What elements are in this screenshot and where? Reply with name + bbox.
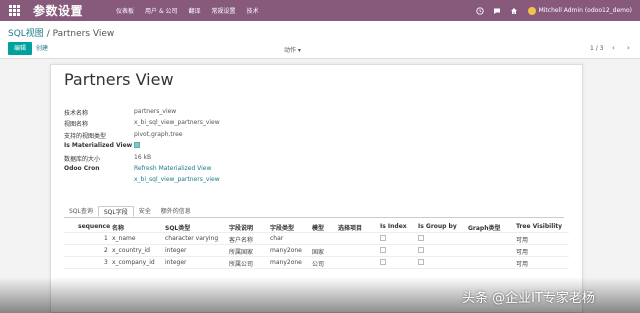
- materialized-checkbox[interactable]: [134, 142, 140, 149]
- tab-sql-fields[interactable]: SQL字段: [97, 206, 134, 217]
- chat-icon[interactable]: [492, 6, 502, 16]
- cell-name: x_company_id: [112, 259, 155, 266]
- col-tree-visibility[interactable]: Tree Visibility: [516, 223, 562, 230]
- cell-model: 国家: [312, 249, 325, 256]
- tab-security[interactable]: 安全: [134, 206, 156, 217]
- cell-name: x_country_id: [112, 247, 150, 254]
- field-label: 支持的视图类型: [64, 132, 107, 140]
- table-row[interactable]: 2 x_country_id integer 所属国家 many2one 国家 …: [64, 245, 569, 257]
- col-field-desc[interactable]: 字段说明: [229, 223, 253, 232]
- cell-seq: 2: [104, 247, 108, 254]
- cell-is-group-by: [418, 259, 424, 267]
- field-label: 数据库的大小: [64, 155, 101, 163]
- menu-item-users-companies[interactable]: 用户 & 公司: [145, 6, 178, 15]
- record-title: Partners View: [64, 70, 174, 89]
- field-label: Is Materialized View: [64, 142, 133, 150]
- cron-link[interactable]: Refresh Materialized View: [134, 165, 211, 172]
- field-value: partners_view: [134, 108, 177, 115]
- clock-icon[interactable]: [475, 6, 485, 16]
- cell-is-index: [380, 259, 386, 267]
- app-title: 参数设置: [33, 4, 84, 18]
- cell-tree-visibility: 可用: [516, 249, 529, 256]
- field-label: 视图名称: [64, 121, 89, 129]
- notebook-tabs: SQL查询 SQL字段 安全 额外的信息: [64, 206, 564, 218]
- menu-item-dashboard[interactable]: 仪表板: [116, 6, 134, 15]
- is-group-by-checkbox[interactable]: [418, 259, 424, 265]
- field-label: 技术名称: [64, 110, 89, 117]
- cell-tree-visibility: 可用: [516, 237, 529, 244]
- menu-item-technical[interactable]: 技术: [247, 6, 259, 15]
- action-dropdown[interactable]: 动作 ▾: [284, 45, 301, 54]
- cell-seq: 3: [104, 259, 108, 266]
- cell-sql-type: integer: [165, 247, 187, 254]
- cell-sql-type: character varying: [165, 235, 219, 242]
- is-index-checkbox[interactable]: [380, 259, 386, 265]
- user-menu[interactable]: Mitchell Admin (odoo12_demo): [539, 7, 632, 14]
- breadcrumb-current: Partners View: [52, 29, 115, 39]
- cell-is-group-by: [418, 247, 424, 255]
- tab-extra-info[interactable]: 额外的信息: [156, 206, 196, 217]
- field-value: pivot,graph,tree: [134, 130, 183, 138]
- cell-desc: 客户名称: [229, 237, 254, 244]
- is-group-by-checkbox[interactable]: [418, 247, 424, 253]
- col-is-index[interactable]: Is Index: [380, 223, 407, 230]
- field-value: 16 kB: [134, 153, 152, 161]
- cell-seq: 1: [104, 235, 108, 242]
- col-field-type[interactable]: 字段类型: [270, 223, 294, 232]
- col-graph-type[interactable]: Graph类型: [468, 223, 501, 232]
- col-name[interactable]: 名称: [112, 223, 124, 232]
- form-sheet: [50, 64, 583, 313]
- col-sequence[interactable]: sequence: [78, 223, 110, 230]
- cron-link-2[interactable]: x_bi_sql_view_partners_view: [134, 176, 220, 183]
- col-selection[interactable]: 选择项目: [338, 223, 362, 232]
- menu-item-translations[interactable]: 翻译: [189, 6, 201, 15]
- cell-field-type: char: [270, 235, 284, 242]
- top-navbar: 参数设置 仪表板 用户 & 公司 翻译 常规设置 技术 Mitchell Adm…: [0, 0, 640, 21]
- user-avatar[interactable]: [527, 6, 536, 15]
- pager-value[interactable]: 1 / 3: [590, 45, 603, 52]
- main-menu: 仪表板 用户 & 公司 翻译 常规设置 技术: [116, 6, 270, 15]
- cell-desc: 所属国家: [229, 249, 254, 256]
- watermark-text: 头条 @企业IT专家老杨: [462, 291, 595, 306]
- control-panel: SQL视图 / Partners View 编辑 创建 动作 ▾ 1 / 3 ‹…: [0, 21, 640, 59]
- sql-fields-table: sequence 名称 SQL类型 字段说明 字段类型 模型 选择项目 Is I…: [64, 221, 569, 269]
- cell-is-group-by: [418, 235, 424, 243]
- breadcrumb-parent[interactable]: SQL视图: [8, 29, 44, 39]
- tab-sql-query[interactable]: SQL查询: [64, 206, 98, 217]
- breadcrumb: SQL视图 / Partners View: [8, 26, 114, 39]
- create-button[interactable]: 创建: [36, 42, 48, 55]
- home-icon[interactable]: [509, 6, 519, 16]
- is-index-checkbox[interactable]: [380, 247, 386, 253]
- col-sql-type[interactable]: SQL类型: [165, 223, 190, 232]
- navbar-right: Mitchell Admin (odoo12_demo): [468, 0, 632, 21]
- cell-desc: 所属公司: [229, 261, 254, 268]
- cell-name: x_name: [112, 235, 136, 242]
- breadcrumb-separator: /: [46, 29, 50, 39]
- pager-arrows[interactable]: ‹ ›: [612, 44, 635, 52]
- cell-sql-type: integer: [165, 259, 187, 266]
- table-row[interactable]: 3 x_company_id integer 所属公司 many2one 公司 …: [64, 257, 569, 269]
- is-group-by-checkbox[interactable]: [418, 235, 424, 241]
- cell-tree-visibility: 可用: [516, 261, 529, 268]
- field-value: [134, 142, 140, 150]
- col-model[interactable]: 模型: [312, 223, 324, 232]
- cell-is-index: [380, 235, 386, 243]
- col-is-group-by[interactable]: Is Group by: [418, 223, 457, 230]
- cell-model: 公司: [312, 261, 325, 268]
- cell-field-type: many2one: [270, 259, 302, 266]
- field-value: x_bi_sql_view_partners_view: [134, 119, 220, 127]
- menu-item-general-settings[interactable]: 常规设置: [212, 6, 236, 15]
- table-header: sequence 名称 SQL类型 字段说明 字段类型 模型 选择项目 Is I…: [64, 221, 569, 233]
- table-row[interactable]: 1 x_name character varying 客户名称 char 可用: [64, 233, 569, 245]
- cell-field-type: many2one: [270, 247, 302, 254]
- is-index-checkbox[interactable]: [380, 235, 386, 241]
- cell-is-index: [380, 247, 386, 255]
- field-label: Odoo Cron: [64, 164, 100, 172]
- apps-grid-icon[interactable]: [7, 4, 21, 18]
- edit-button[interactable]: 编辑: [8, 42, 33, 55]
